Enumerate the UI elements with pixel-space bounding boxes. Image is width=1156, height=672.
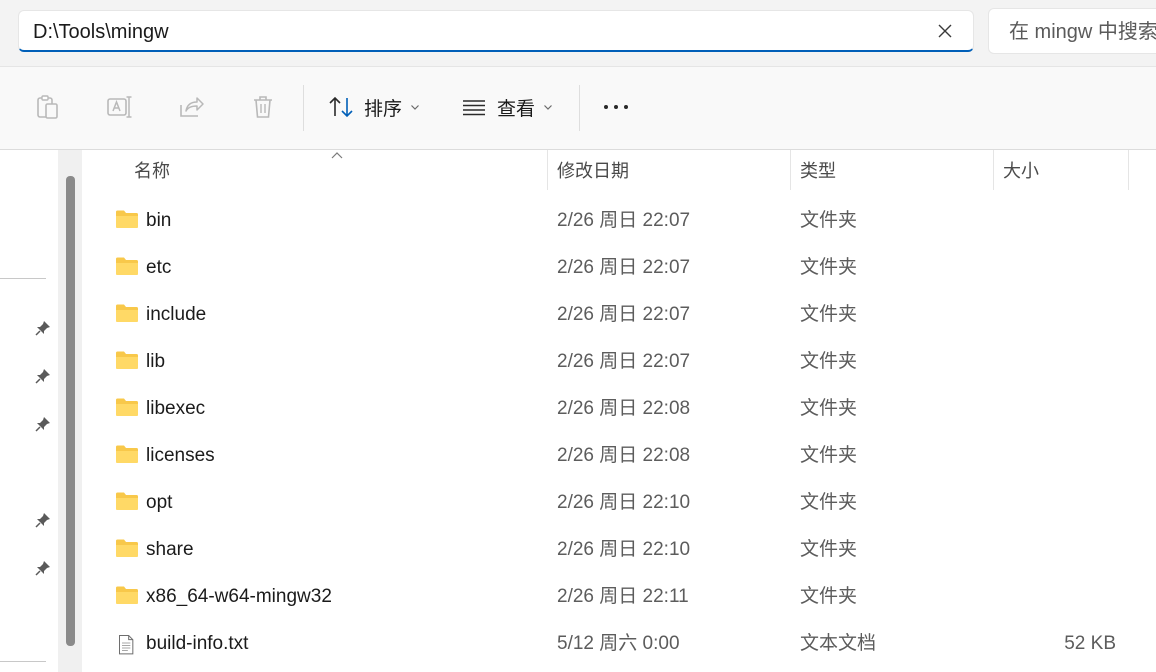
file-date: 2/26 周日 22:08 — [557, 398, 691, 419]
file-name: etc — [146, 257, 172, 278]
address-bar-region — [0, 0, 1156, 67]
chevron-down-icon — [544, 105, 552, 110]
file-type: 文件夹 — [800, 398, 858, 419]
file-date: 2/26 周日 22:10 — [557, 539, 691, 560]
column-divider[interactable] — [547, 150, 548, 190]
share-icon[interactable] — [177, 93, 205, 121]
file-type: 文件夹 — [800, 257, 858, 278]
view-list-icon — [463, 100, 485, 116]
file-name: include — [146, 304, 207, 325]
column-divider[interactable] — [790, 150, 791, 190]
file-name: x86_64-w64-mingw32 — [146, 586, 332, 607]
text-file-icon — [119, 635, 134, 655]
folder-icon — [116, 445, 138, 463]
rename-icon[interactable] — [105, 93, 133, 121]
file-date: 2/26 周日 22:08 — [557, 445, 691, 466]
file-date: 2/26 周日 22:10 — [557, 492, 691, 513]
file-row[interactable]: etc 2/26 周日 22:07 文件夹 — [86, 244, 1156, 291]
pin-icon[interactable] — [34, 319, 52, 337]
folder-icon — [116, 586, 138, 604]
file-row[interactable]: include 2/26 周日 22:07 文件夹 — [86, 291, 1156, 338]
chevron-down-icon — [411, 105, 419, 110]
file-row[interactable]: licenses 2/26 周日 22:08 文件夹 — [86, 432, 1156, 479]
sort-icon — [329, 96, 353, 118]
file-row[interactable]: x86_64-w64-mingw32 2/26 周日 22:11 文件夹 — [86, 573, 1156, 620]
file-type: 文件夹 — [800, 210, 858, 231]
command-bar: 排序 查看 — [0, 67, 1156, 150]
column-header-row: 名称 修改日期 类型 大小 — [86, 150, 1156, 190]
file-type: 文件夹 — [800, 445, 858, 466]
file-size: 52 KB — [1064, 633, 1116, 654]
close-icon[interactable] — [935, 21, 955, 41]
file-type: 文件夹 — [800, 304, 858, 325]
file-date: 2/26 周日 22:07 — [557, 304, 691, 325]
column-header-type[interactable]: 类型 — [800, 150, 836, 190]
folder-icon — [116, 398, 138, 416]
sort-button[interactable]: 排序 — [328, 89, 420, 125]
column-header-size[interactable]: 大小 — [1003, 150, 1039, 190]
folder-icon — [116, 492, 138, 510]
file-name: libexec — [146, 398, 206, 419]
sort-ascending-icon — [331, 152, 343, 159]
view-button[interactable]: 查看 — [461, 89, 553, 125]
file-name: share — [146, 539, 194, 560]
pin-icon[interactable] — [34, 511, 52, 529]
file-row[interactable]: share 2/26 周日 22:10 文件夹 — [86, 526, 1156, 573]
file-date: 2/26 周日 22:11 — [557, 586, 689, 607]
file-type: 文件夹 — [800, 351, 858, 372]
nav-divider — [0, 661, 46, 662]
folder-icon — [116, 304, 138, 322]
pin-icon[interactable] — [34, 415, 52, 433]
file-type: 文件夹 — [800, 586, 858, 607]
file-type: 文件夹 — [800, 539, 858, 560]
file-row[interactable]: lib 2/26 周日 22:07 文件夹 — [86, 338, 1156, 385]
toolbar-separator — [579, 85, 580, 131]
folder-icon — [116, 210, 138, 228]
more-options-icon[interactable] — [602, 93, 630, 121]
file-date: 2/26 周日 22:07 — [557, 351, 691, 372]
folder-icon — [116, 257, 138, 275]
file-name: licenses — [146, 445, 215, 466]
column-header-name[interactable]: 名称 — [134, 150, 170, 190]
sort-label: 排序 — [364, 98, 403, 120]
navigation-pane — [0, 150, 86, 672]
trash-icon[interactable] — [249, 93, 277, 121]
column-divider[interactable] — [1128, 150, 1129, 190]
file-date: 5/12 周六 0:00 — [557, 633, 680, 654]
search-box[interactable] — [988, 8, 1156, 54]
file-name: lib — [146, 351, 166, 372]
nav-divider — [0, 278, 46, 279]
paste-icon[interactable] — [33, 93, 61, 121]
file-date: 2/26 周日 22:07 — [557, 257, 691, 278]
nav-scrollbar-thumb[interactable] — [66, 176, 75, 646]
file-name: build-info.txt — [146, 633, 249, 654]
file-type: 文件夹 — [800, 492, 858, 513]
file-row[interactable]: opt 2/26 周日 22:10 文件夹 — [86, 479, 1156, 526]
file-name: bin — [146, 210, 172, 231]
file-date: 2/26 周日 22:07 — [557, 210, 691, 231]
folder-icon — [116, 351, 138, 369]
file-type: 文本文档 — [800, 633, 877, 654]
file-row[interactable]: build-info.txt 5/12 周六 0:00 文本文档 52 KB — [86, 620, 1156, 667]
file-row[interactable]: libexec 2/26 周日 22:08 文件夹 — [86, 385, 1156, 432]
pin-icon[interactable] — [34, 559, 52, 577]
column-divider[interactable] — [993, 150, 994, 190]
address-box[interactable] — [18, 10, 974, 52]
view-label: 查看 — [497, 98, 536, 120]
address-input[interactable] — [33, 18, 913, 46]
toolbar-separator — [303, 85, 304, 131]
column-header-date[interactable]: 修改日期 — [557, 150, 629, 190]
folder-icon — [116, 539, 138, 557]
pin-icon[interactable] — [34, 367, 52, 385]
file-name: opt — [146, 492, 173, 513]
file-row[interactable]: bin 2/26 周日 22:07 文件夹 — [86, 197, 1156, 244]
search-input[interactable] — [1009, 19, 1156, 45]
